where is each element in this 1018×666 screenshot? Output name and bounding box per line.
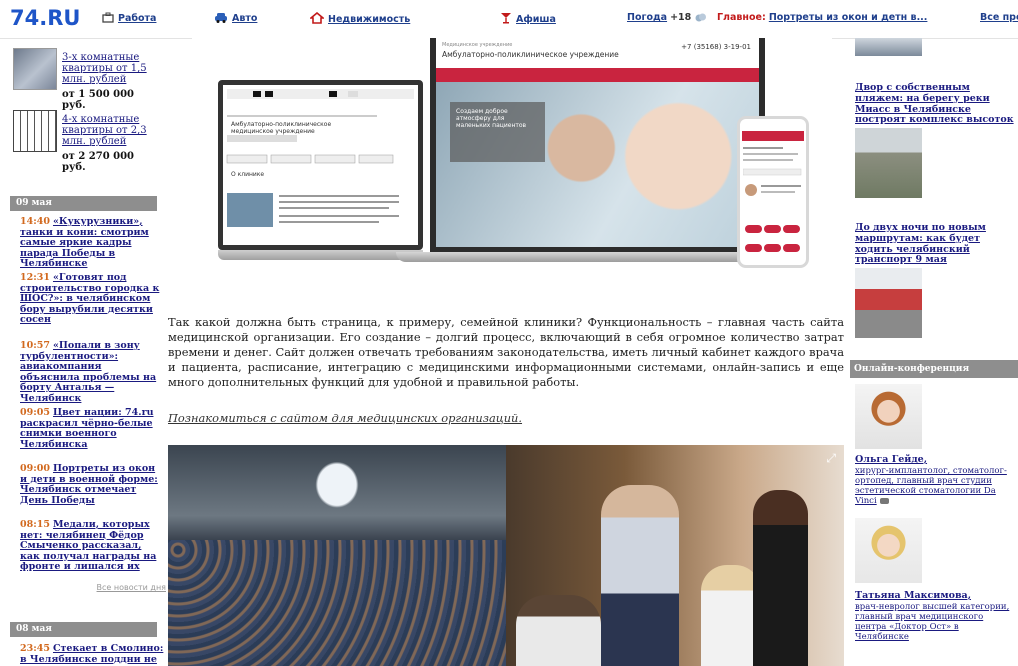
news-time: 08:15 (20, 519, 50, 530)
ad-thumbnail[interactable] (13, 48, 57, 90)
expand-icon[interactable]: ⤢ (826, 451, 836, 466)
all-news-link[interactable]: Все новости дня (70, 583, 166, 592)
car-icon (214, 12, 228, 26)
online-conference-header: Онлайн-конференция (850, 360, 1018, 378)
ad-thumbnail[interactable] (13, 110, 57, 152)
speaker-name[interactable]: Татьяна Максимова, (855, 590, 971, 601)
ad-apartment-3room[interactable]: 3-х комнатные квартиры от 1,5 млн. рубле… (10, 40, 160, 111)
nav-item-realty[interactable]: Недвижимость (308, 11, 410, 27)
news-item[interactable]: 09:05 Цвет нации: 74.ru раскрасил чёрно-… (20, 407, 164, 450)
headline-link[interactable]: Портреты из окон и детн в... (769, 12, 928, 23)
news-thumbnail[interactable] (855, 128, 922, 198)
site-small-label: Медицинское учреждение (442, 42, 513, 48)
house-icon (308, 11, 326, 27)
nav-label-afisha[interactable]: Афиша (516, 14, 556, 25)
monitor-site-preview (226, 89, 414, 227)
ad-price: от 2 270 000 руб. (62, 151, 135, 173)
person-foreground (516, 595, 601, 666)
top-bar: 74.RU Работа Авто Недвижимость Афиша Пог… (0, 0, 1018, 39)
laptop-screen: Медицинское учреждение Амбулаторно-полик… (430, 38, 765, 253)
nav-item-auto[interactable]: Авто (214, 12, 257, 26)
laptop-base (396, 252, 796, 262)
site-logo[interactable]: 74.RU (10, 6, 80, 30)
monitor-sub: О клинике (231, 171, 265, 178)
nav-item-work[interactable]: Работа (102, 12, 156, 26)
ad-title[interactable]: 4-х комнатные квартиры от 2,3 млн. рубле… (62, 114, 158, 147)
phone-mockup (737, 116, 809, 268)
person-blonde (701, 565, 761, 666)
site-phone: +7 (35168) 3-19-01 (681, 43, 751, 51)
video-icon (879, 498, 889, 504)
news-time: 12:31 (20, 272, 50, 283)
weather-widget[interactable]: Погода +18 (627, 12, 711, 25)
monitor-title: Амбулаторно-поликлиническое медицинское … (231, 121, 332, 135)
person-man (601, 485, 679, 666)
nav-label-realty[interactable]: Недвижимость (328, 14, 410, 25)
news-thumbnail[interactable] (855, 38, 922, 56)
speaker-description[interactable]: врач-невролог высшей категории, главный … (855, 602, 1013, 642)
news-time: 10:57 (20, 340, 50, 351)
nav-label-work[interactable]: Работа (118, 13, 156, 24)
speaker-desc-text[interactable]: хирург-имплантолог, стоматолог-ортопед, … (855, 466, 1007, 506)
site-title: Амбулаторно-поликлиническое учреждение (442, 50, 619, 59)
weather-label[interactable]: Погода (627, 12, 667, 23)
news-item[interactable]: 10:57 «Попали в зону турбулентности»: ав… (20, 340, 164, 405)
date-header: 09 мая (10, 196, 157, 211)
article-paragraph: Так какой должна быть страница, к пример… (168, 315, 844, 389)
phone-header-bar (742, 131, 804, 141)
nav-label-auto[interactable]: Авто (232, 13, 257, 24)
news-time: 14:40 (20, 216, 50, 227)
speaker-name[interactable]: Ольга Гейде, (855, 454, 927, 465)
medical-sites-link[interactable]: Познакомиться с сайтом для медицинских о… (168, 411, 522, 425)
headline-label: Главное: (717, 12, 766, 23)
briefcase-icon (102, 12, 114, 26)
audience (168, 540, 506, 666)
monitor-stand (218, 250, 423, 260)
news-item[interactable]: 09:00 Портреты из окон и дети в военной … (20, 463, 164, 506)
news-link[interactable]: Двор с собственным пляжем: на берегу рек… (855, 82, 1015, 126)
news-item[interactable]: 23:45 Стекает в Смолино: в Челябинске по… (20, 643, 164, 665)
desktop-monitor-screen: Амбулаторно-поликлиническое медицинское … (218, 80, 423, 250)
site-menu-bar (436, 68, 759, 82)
phone-content (743, 147, 802, 196)
date-header: 08 мая (10, 622, 157, 637)
slide-caption: Создаем доброе атмосферу для маленьких п… (450, 102, 545, 162)
all-about-link[interactable]: Все про (980, 12, 1018, 23)
headline-ticker[interactable]: Главное: Портреты из окон и детн в... (717, 12, 927, 23)
weather-temp: +18 (670, 12, 692, 23)
all-about-label[interactable]: Все про (980, 12, 1018, 23)
news-item[interactable]: 12:31 «Готовят под строительство городка… (20, 272, 164, 326)
person-woman (753, 490, 808, 666)
conference-hall-photo[interactable] (168, 445, 506, 666)
news-time: 23:45 (20, 643, 50, 654)
news-time: 09:05 (20, 407, 50, 418)
phone-time-buttons (744, 219, 804, 257)
conference-people-photo[interactable]: ⤢ (506, 445, 844, 666)
cocktail-icon (500, 12, 512, 27)
ad-title[interactable]: 3-х комнатные квартиры от 1,5 млн. рубле… (62, 52, 158, 85)
news-thumbnail[interactable] (855, 268, 922, 338)
speaker-description[interactable]: хирург-имплантолог, стоматолог-ортопед, … (855, 466, 1013, 506)
speaker-photo[interactable] (855, 518, 922, 583)
nav-item-afisha[interactable]: Афиша (500, 12, 556, 27)
speaker-photo[interactable] (855, 384, 922, 449)
news-link[interactable]: До двух ночи по новым маршрутам: как буд… (855, 222, 1015, 266)
ad-apartment-4room[interactable]: 4-х комнатные квартиры от 2,3 млн. рубле… (10, 102, 160, 173)
cloud-icon (694, 12, 707, 25)
news-item[interactable]: 14:40 «Кукурузники», танки и кони: смотр… (20, 216, 164, 270)
hero-device-mockup: Амбулаторно-поликлиническое медицинское … (192, 38, 832, 270)
news-time: 09:00 (20, 463, 50, 474)
news-item[interactable]: 08:15 Медали, которых нет: челябинец Фёд… (20, 519, 164, 573)
